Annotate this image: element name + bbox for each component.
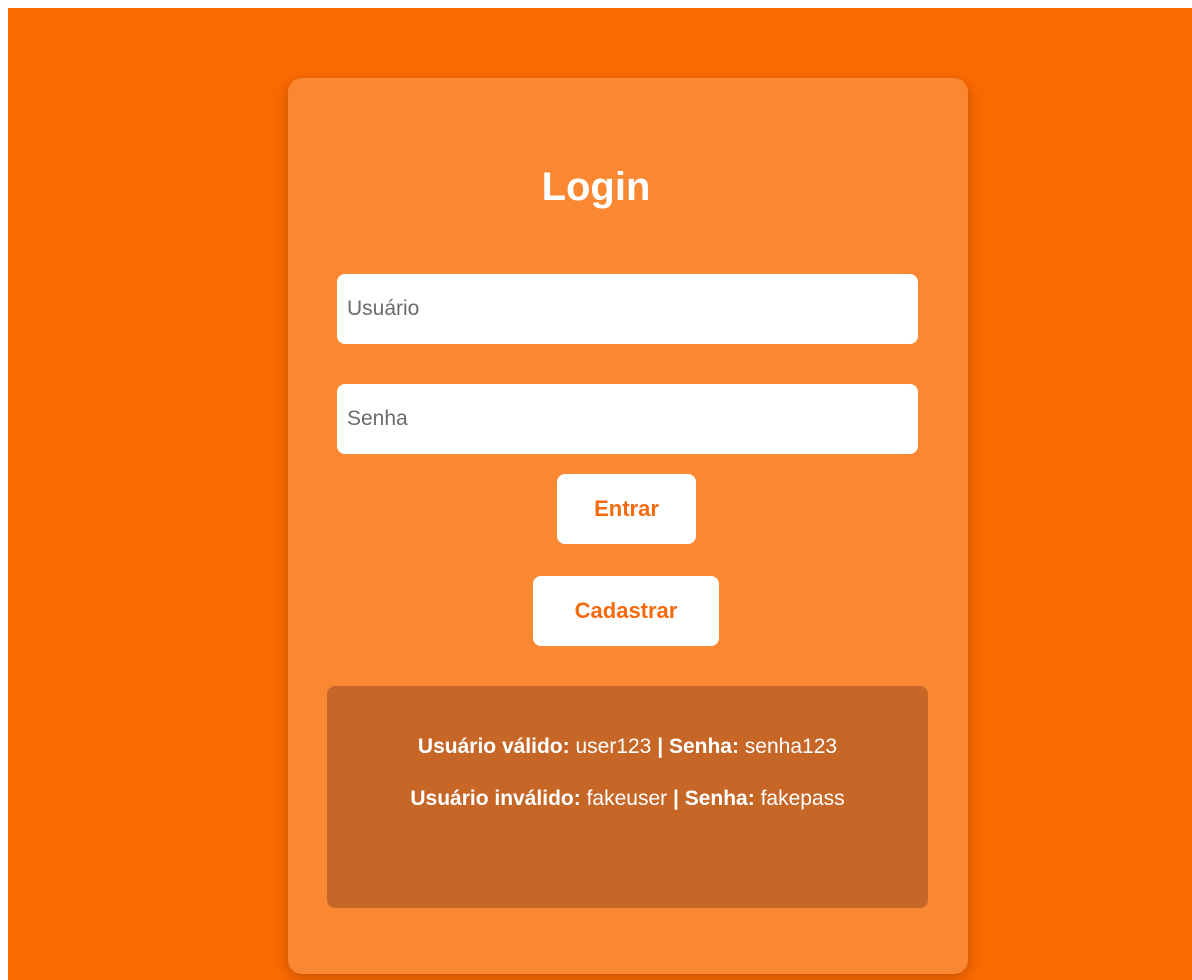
invalid-user-label: Usuário inválido: bbox=[410, 787, 581, 810]
credentials-info-box: Usuário válido: user123 | Senha: senha12… bbox=[327, 686, 928, 908]
valid-user-label: Usuário válido: bbox=[417, 735, 570, 758]
invalid-pass-label: Senha: bbox=[684, 787, 755, 810]
username-input[interactable] bbox=[337, 274, 918, 344]
register-button[interactable]: Cadastrar bbox=[533, 576, 719, 646]
password-input[interactable] bbox=[337, 384, 918, 454]
enter-button[interactable]: Entrar bbox=[557, 474, 696, 544]
invalid-user-value: fakeuser bbox=[586, 787, 668, 810]
valid-pass-value: senha123 bbox=[744, 735, 838, 758]
invalid-separator: | bbox=[672, 787, 679, 810]
page-title: Login bbox=[541, 165, 651, 209]
invalid-credentials-line: Usuário inválido: fakeuser | Senha: fake… bbox=[368, 786, 888, 812]
valid-credentials-line: Usuário válido: user123 | Senha: senha12… bbox=[327, 734, 928, 760]
valid-separator: | bbox=[657, 735, 664, 758]
valid-pass-label: Senha: bbox=[668, 735, 739, 758]
invalid-pass-value: fakepass bbox=[760, 787, 845, 810]
valid-user-value: user123 bbox=[575, 735, 652, 758]
